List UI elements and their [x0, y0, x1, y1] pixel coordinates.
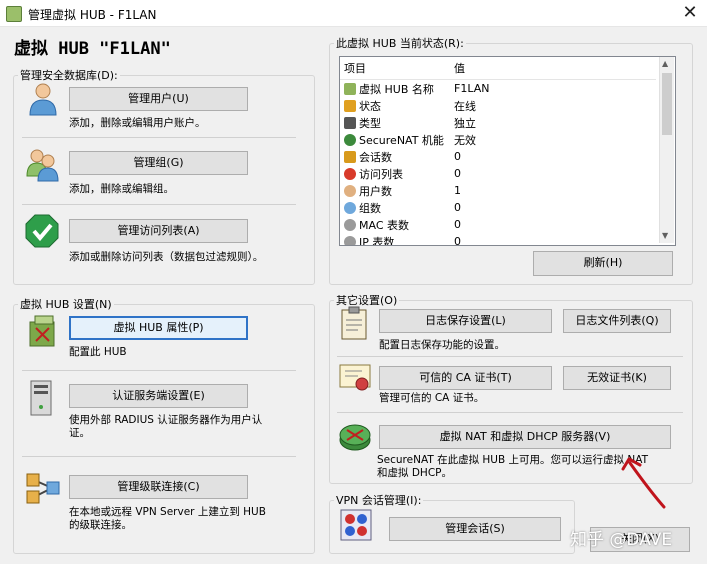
table-row[interactable]: 类型 独立 [340, 114, 656, 131]
manage-groups-desc: 添加，删除或编辑组。 [69, 183, 174, 195]
manage-users-desc: 添加，删除或编辑用户账户。 [69, 117, 206, 129]
table-row[interactable]: IP 表数 0 [340, 233, 656, 245]
table-row[interactable]: 访问列表 0 [340, 165, 656, 182]
trusted-ca-button[interactable]: 可信的 CA 证书(T) [379, 366, 552, 390]
scroll-down-icon[interactable]: ▼ [662, 231, 668, 240]
group-icon [26, 149, 59, 182]
security-db-legend: 管理安全数据库(D): [20, 69, 118, 82]
status-legend: 此虚拟 HUB 当前状态(R): [336, 37, 464, 50]
refresh-button[interactable]: 刷新(H) [533, 251, 673, 276]
divider [22, 204, 296, 205]
app-icon [6, 6, 22, 22]
window-title: 管理虚拟 HUB - F1LAN [28, 8, 157, 22]
gear-icon [344, 218, 356, 231]
securenat-desc-line1: SecureNAT 在此虚拟 HUB 上可用。您可以运行虚拟 NAT [377, 454, 649, 466]
hub-properties-button[interactable]: 虚拟 HUB 属性(P) [69, 316, 248, 340]
close-icon[interactable]: ✕ [676, 2, 704, 24]
log-files-button[interactable]: 日志文件列表(Q) [563, 309, 671, 333]
type-icon [344, 116, 356, 129]
user-icon [29, 83, 57, 116]
manage-groups-button[interactable]: 管理组(G) [69, 151, 248, 175]
column-header-item[interactable]: 项目 [340, 57, 454, 80]
clipboard-log-icon [341, 306, 367, 340]
hub-icon [344, 82, 356, 95]
securenat-desc-line2: 和虚拟 DHCP。 [377, 467, 452, 479]
manage-acl-button[interactable]: 管理访问列表(A) [69, 219, 248, 243]
auth-server-desc-line2: 证。 [69, 427, 90, 439]
cascade-desc-line1: 在本地或远程 VPN Server 上建立到 HUB [69, 506, 266, 518]
status-list-scrollbar[interactable]: ▲ ▼ [659, 57, 674, 243]
page-title: 虚拟 HUB "F1LAN" [14, 39, 171, 59]
cascade-desc-line2: 的级联连接。 [69, 519, 132, 531]
column-header-value[interactable]: 值 [454, 57, 656, 80]
vpn-session-legend: VPN 会话管理(I): [336, 494, 422, 507]
certificate-icon [339, 364, 371, 391]
router-icon [339, 424, 371, 451]
divider [337, 356, 683, 357]
virtual-nat-dhcp-button[interactable]: 虚拟 NAT 和虚拟 DHCP 服务器(V) [379, 425, 671, 449]
session-icon [344, 150, 356, 163]
cascade-connection-icon [26, 473, 60, 504]
table-row[interactable]: 会话数 0 [340, 148, 656, 165]
group-icon [344, 201, 356, 214]
divider [22, 370, 296, 371]
access-list-icon [344, 167, 356, 180]
title-bar: 管理虚拟 HUB - F1LAN ✕ [0, 0, 707, 27]
securenat-icon [344, 133, 356, 146]
table-row[interactable]: SecureNAT 机能 无效 [340, 131, 656, 148]
hub-settings-legend: 虚拟 HUB 设置(N) [20, 298, 112, 311]
log-settings-desc: 配置日志保存功能的设置。 [379, 339, 505, 351]
hub-properties-desc: 配置此 HUB [69, 346, 127, 358]
manage-acl-desc: 添加或删除访问列表（数据包过滤规则）。 [69, 251, 264, 263]
status-icon [344, 99, 356, 112]
gear-icon [344, 235, 356, 245]
manage-cascade-button[interactable]: 管理级联连接(C) [69, 475, 248, 499]
scroll-up-icon[interactable]: ▲ [662, 59, 668, 68]
user-icon [344, 184, 356, 197]
table-row[interactable]: 虚拟 HUB 名称 F1LAN [340, 80, 656, 98]
checkmark-shield-icon [25, 214, 59, 248]
divider [22, 456, 296, 457]
divider [337, 412, 683, 413]
annotation-arrow-icon [621, 457, 666, 509]
scrollbar-thumb[interactable] [662, 73, 672, 135]
divider [22, 137, 296, 138]
hub-properties-icon [29, 315, 55, 347]
table-row[interactable]: 用户数 1 [340, 182, 656, 199]
revoked-cert-button[interactable]: 无效证书(K) [563, 366, 671, 390]
log-settings-button[interactable]: 日志保存设置(L) [379, 309, 552, 333]
session-icon [340, 509, 372, 541]
auth-server-settings-button[interactable]: 认证服务端设置(E) [69, 384, 248, 408]
auth-server-desc-line1: 使用外部 RADIUS 认证服务器作为用户认 [69, 414, 263, 426]
manage-users-button[interactable]: 管理用户(U) [69, 87, 248, 111]
trusted-ca-desc: 管理可信的 CA 证书。 [379, 392, 485, 404]
status-list[interactable]: 项目 值 虚拟 HUB 名称 F1LAN 状态 在线 类型 独立 SecureN… [339, 56, 676, 246]
table-row[interactable]: MAC 表数 0 [340, 216, 656, 233]
manage-sessions-button[interactable]: 管理会话(S) [389, 517, 561, 541]
watermark: 知乎 @DAVE [570, 530, 673, 550]
server-icon [30, 380, 52, 416]
table-row[interactable]: 状态 在线 [340, 97, 656, 114]
table-row[interactable]: 组数 0 [340, 199, 656, 216]
